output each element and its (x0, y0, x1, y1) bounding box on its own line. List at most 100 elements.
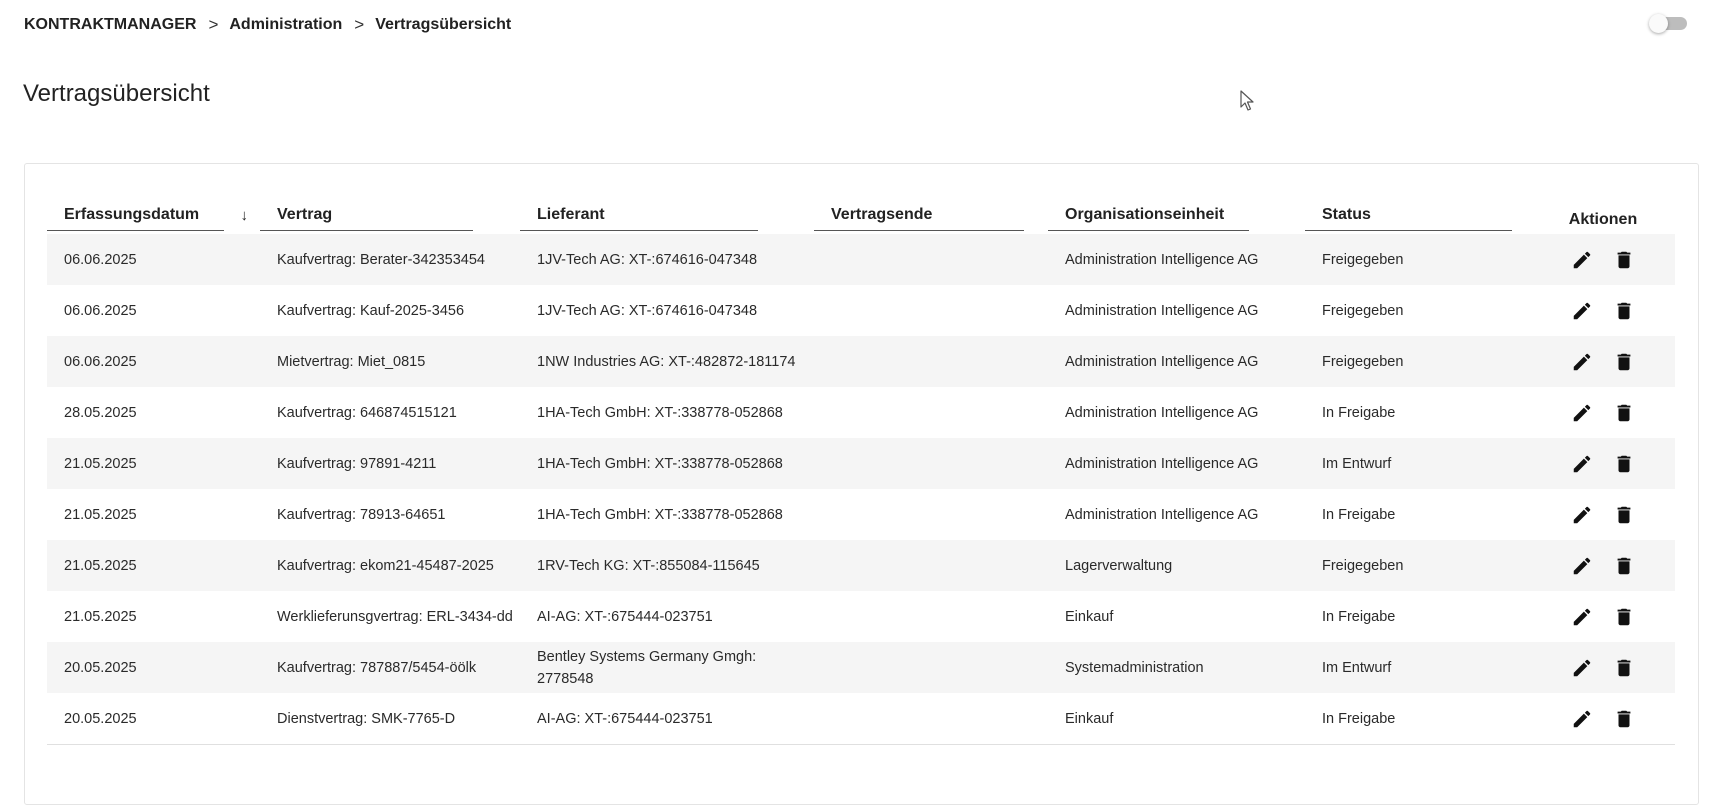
cell-vertragsende (814, 489, 1048, 540)
column-header-organisationseinheit[interactable]: Organisationseinheit (1048, 199, 1305, 234)
cell-aktionen (1531, 234, 1675, 285)
edit-icon[interactable] (1571, 453, 1593, 475)
table-row[interactable]: 21.05.2025 Werklieferunsgvertrag: ERL-34… (47, 591, 1675, 642)
cell-lieferant: 1HA-Tech GmbH: XT-:338778-052868 (520, 387, 814, 438)
column-header-status[interactable]: Status (1305, 199, 1531, 234)
delete-icon[interactable] (1613, 657, 1635, 679)
edit-icon[interactable] (1571, 708, 1593, 730)
column-header-lieferant[interactable]: Lieferant (520, 199, 814, 234)
column-header-erfassungsdatum[interactable]: Erfassungsdatum ↓ (47, 199, 260, 234)
delete-icon[interactable] (1613, 402, 1635, 424)
cell-organisationseinheit: Einkauf (1048, 693, 1305, 745)
table-row[interactable]: 28.05.2025 Kaufvertrag: 646874515121 1HA… (47, 387, 1675, 438)
breadcrumb-item-administration[interactable]: Administration (229, 16, 342, 34)
cell-status: In Freigabe (1305, 693, 1531, 745)
breadcrumb-item-kontraktmanager[interactable]: KONTRAKTMANAGER (24, 16, 196, 34)
column-header-vertrag[interactable]: Vertrag (260, 199, 520, 234)
cell-erfassungsdatum: 21.05.2025 (47, 591, 260, 642)
cell-aktionen (1531, 642, 1675, 693)
edit-icon[interactable] (1571, 657, 1593, 679)
cell-vertrag: Werklieferunsgvertrag: ERL-3434-dd (260, 591, 520, 642)
cell-status: Freigegeben (1305, 285, 1531, 336)
contracts-table: Erfassungsdatum ↓ Vertrag Lieferant Vert… (47, 199, 1675, 745)
table-row[interactable]: 21.05.2025 Kaufvertrag: ekom21-45487-202… (47, 540, 1675, 591)
cell-lieferant: 1JV-Tech AG: XT-:674616-047348 (520, 285, 814, 336)
mouse-cursor-icon (1240, 90, 1254, 111)
edit-icon[interactable] (1571, 555, 1593, 577)
cell-vertrag: Kaufvertrag: ekom21-45487-2025 (260, 540, 520, 591)
table-row[interactable]: 21.05.2025 Kaufvertrag: 97891-4211 1HA-T… (47, 438, 1675, 489)
cell-status: Freigegeben (1305, 540, 1531, 591)
cell-organisationseinheit: Lagerverwaltung (1048, 540, 1305, 591)
cell-lieferant: 1HA-Tech GmbH: XT-:338778-052868 (520, 489, 814, 540)
cell-erfassungsdatum: 21.05.2025 (47, 540, 260, 591)
breadcrumb: KONTRAKTMANAGER > Administration > Vertr… (24, 14, 511, 36)
cell-erfassungsdatum: 20.05.2025 (47, 642, 260, 693)
table-row[interactable]: 06.06.2025 Kaufvertrag: Kauf-2025-3456 1… (47, 285, 1675, 336)
arrow-down-icon[interactable]: ↓ (241, 207, 249, 224)
cell-organisationseinheit: Administration Intelligence AG (1048, 438, 1305, 489)
cell-status: Im Entwurf (1305, 438, 1531, 489)
cell-vertragsende (814, 438, 1048, 489)
theme-toggle[interactable] (1649, 14, 1687, 33)
cell-organisationseinheit: Administration Intelligence AG (1048, 387, 1305, 438)
delete-icon[interactable] (1613, 555, 1635, 577)
table-row[interactable]: 21.05.2025 Kaufvertrag: 78913-64651 1HA-… (47, 489, 1675, 540)
cell-vertrag: Kaufvertrag: 646874515121 (260, 387, 520, 438)
delete-icon[interactable] (1613, 300, 1635, 322)
cell-aktionen (1531, 285, 1675, 336)
cell-aktionen (1531, 693, 1675, 745)
cell-vertragsende (814, 387, 1048, 438)
table-row[interactable]: 06.06.2025 Mietvertrag: Miet_0815 1NW In… (47, 336, 1675, 387)
cell-lieferant: AI-AG: XT-:675444-023751 (520, 693, 814, 745)
delete-icon[interactable] (1613, 453, 1635, 475)
cell-organisationseinheit: Administration Intelligence AG (1048, 234, 1305, 285)
cell-status: Freigegeben (1305, 336, 1531, 387)
edit-icon[interactable] (1571, 300, 1593, 322)
contracts-card: Erfassungsdatum ↓ Vertrag Lieferant Vert… (24, 163, 1699, 805)
edit-icon[interactable] (1571, 504, 1593, 526)
edit-icon[interactable] (1571, 249, 1593, 271)
cell-lieferant: Bentley Systems Germany Gmgh: 2778548 (520, 642, 814, 693)
cell-erfassungsdatum: 21.05.2025 (47, 438, 260, 489)
cell-status: In Freigabe (1305, 489, 1531, 540)
cell-organisationseinheit: Administration Intelligence AG (1048, 489, 1305, 540)
table-row[interactable]: 06.06.2025 Kaufvertrag: Berater-34235345… (47, 234, 1675, 285)
cell-vertrag: Dienstvertrag: SMK-7765-D (260, 693, 520, 745)
column-header-vertragsende[interactable]: Vertragsende (814, 199, 1048, 234)
cell-erfassungsdatum: 21.05.2025 (47, 489, 260, 540)
table-row[interactable]: 20.05.2025 Kaufvertrag: 787887/5454-öölk… (47, 642, 1675, 693)
table-row[interactable]: 20.05.2025 Dienstvertrag: SMK-7765-D AI-… (47, 693, 1675, 745)
delete-icon[interactable] (1613, 708, 1635, 730)
cell-erfassungsdatum: 28.05.2025 (47, 387, 260, 438)
cell-lieferant: AI-AG: XT-:675444-023751 (520, 591, 814, 642)
cell-vertragsende (814, 540, 1048, 591)
cell-organisationseinheit: Administration Intelligence AG (1048, 285, 1305, 336)
delete-icon[interactable] (1613, 249, 1635, 271)
cell-vertrag: Kaufvertrag: 97891-4211 (260, 438, 520, 489)
breadcrumb-item-vertragsuebersicht: Vertragsübersicht (375, 16, 512, 33)
edit-icon[interactable] (1571, 351, 1593, 373)
cell-vertrag: Kaufvertrag: 78913-64651 (260, 489, 520, 540)
column-header-aktionen: Aktionen (1568, 210, 1638, 228)
cell-lieferant: 1NW Industries AG: XT-:482872-181174 (520, 336, 814, 387)
cell-status: Freigegeben (1305, 234, 1531, 285)
cell-vertragsende (814, 693, 1048, 745)
delete-icon[interactable] (1613, 351, 1635, 373)
cell-vertrag: Mietvertrag: Miet_0815 (260, 336, 520, 387)
cell-erfassungsdatum: 20.05.2025 (47, 693, 260, 745)
cell-lieferant: 1JV-Tech AG: XT-:674616-047348 (520, 234, 814, 285)
toggle-thumb (1649, 14, 1668, 33)
edit-icon[interactable] (1571, 606, 1593, 628)
delete-icon[interactable] (1613, 504, 1635, 526)
cell-erfassungsdatum: 06.06.2025 (47, 234, 260, 285)
cell-lieferant: 1RV-Tech KG: XT-:855084-115645 (520, 540, 814, 591)
cell-aktionen (1531, 387, 1675, 438)
edit-icon[interactable] (1571, 402, 1593, 424)
cell-vertrag: Kaufvertrag: 787887/5454-öölk (260, 642, 520, 693)
delete-icon[interactable] (1613, 606, 1635, 628)
cell-vertragsende (814, 234, 1048, 285)
cell-vertrag: Kaufvertrag: Kauf-2025-3456 (260, 285, 520, 336)
breadcrumb-separator: > (208, 15, 219, 34)
page-title: Vertragsübersicht (23, 80, 210, 107)
